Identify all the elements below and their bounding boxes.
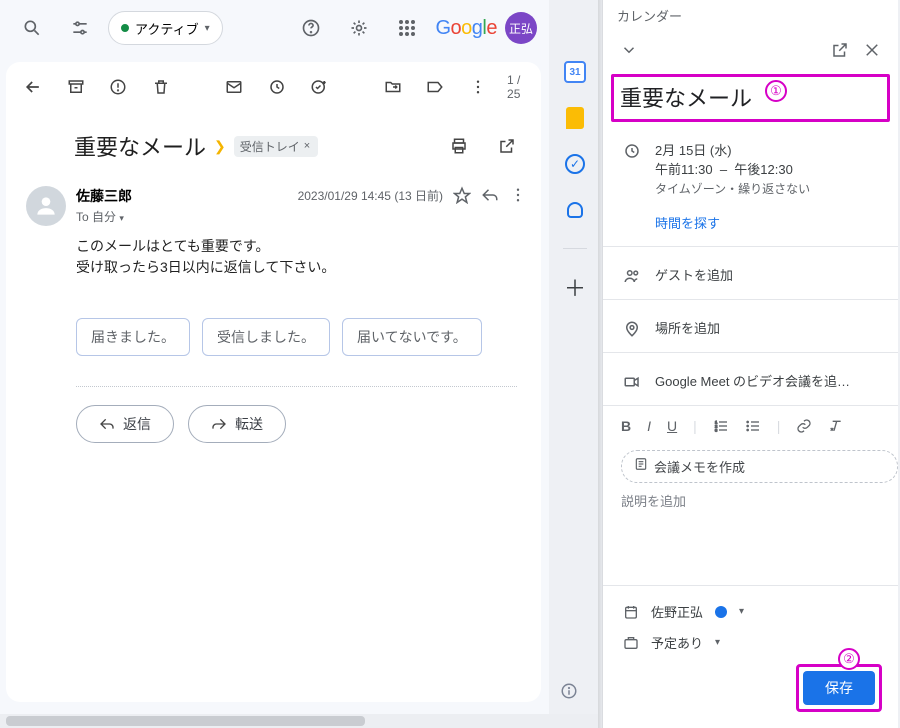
google-logo: Google: [435, 17, 497, 40]
msg-more-icon[interactable]: [509, 186, 527, 204]
find-time-link[interactable]: 時間を探す: [655, 213, 882, 232]
mail-toolbar: 1 / 25: [20, 62, 527, 112]
smart-reply-2[interactable]: 受信しました。: [202, 318, 330, 356]
description-input[interactable]: 説明を追加: [621, 491, 884, 581]
list-ol-icon[interactable]: 123: [713, 418, 729, 434]
open-external-icon[interactable]: [824, 34, 856, 66]
location-icon: [623, 320, 643, 338]
apps-icon[interactable]: [387, 8, 427, 48]
email-body: このメールはとても重要です。 受け取ったら3日以内に返信して下さい。: [76, 236, 527, 278]
annotation-2: ②: [838, 648, 860, 670]
create-memo-chip[interactable]: 会議メモを作成: [621, 450, 898, 483]
label-icon[interactable]: [422, 67, 449, 107]
contacts-app-icon[interactable]: [563, 198, 587, 222]
tune-icon[interactable]: [60, 8, 100, 48]
link-icon[interactable]: [796, 418, 812, 434]
unread-icon[interactable]: [221, 67, 248, 107]
print-icon[interactable]: [439, 126, 479, 166]
availability[interactable]: 予定あり: [651, 633, 703, 652]
email-date: 2023/01/29 14:45 (13 日前): [298, 187, 443, 204]
gear-icon[interactable]: [339, 8, 379, 48]
video-icon: [623, 373, 643, 391]
annotation-1: ①: [765, 80, 787, 102]
tz-repeat[interactable]: タイムゾーン・繰り返さない: [655, 180, 882, 197]
status-label: アクティブ: [135, 19, 199, 38]
smart-reply-3[interactable]: 届いてないです。: [342, 318, 482, 356]
separator: [76, 386, 517, 387]
info-icon[interactable]: [560, 682, 578, 700]
format-toolbar: B I U | 123 |: [603, 410, 898, 442]
add-app-icon[interactable]: ＋: [563, 275, 587, 299]
spam-icon[interactable]: [105, 67, 132, 107]
email-subject: 重要なメール: [74, 130, 206, 162]
snooze-icon[interactable]: [264, 67, 291, 107]
clear-format-icon[interactable]: [828, 418, 844, 434]
inbox-label[interactable]: 受信トレイ×: [234, 136, 318, 157]
reply-button[interactable]: 返信: [76, 405, 174, 443]
archive-icon[interactable]: [63, 67, 90, 107]
add-meet[interactable]: Google Meet のビデオ会議を追…: [655, 371, 882, 391]
back-icon[interactable]: [20, 67, 47, 107]
forward-button[interactable]: 転送: [188, 405, 286, 443]
task-add-icon[interactable]: [306, 67, 333, 107]
smart-reply-1[interactable]: 届きました。: [76, 318, 190, 356]
sender-avatar: [26, 186, 66, 226]
avatar[interactable]: 正弘: [505, 12, 537, 44]
keep-app-icon[interactable]: [563, 106, 587, 130]
calendar-owner-icon: [623, 604, 639, 620]
event-date[interactable]: 2月 15日 (水): [655, 140, 882, 159]
event-time[interactable]: 午前11:30 – 午後12:30: [655, 159, 882, 178]
add-location[interactable]: 場所を追加: [655, 318, 882, 338]
help-icon[interactable]: [291, 8, 331, 48]
italic-icon[interactable]: I: [647, 418, 651, 434]
delete-icon[interactable]: [148, 67, 175, 107]
more-icon[interactable]: [464, 67, 491, 107]
to-line[interactable]: To 自分 ▾: [76, 208, 132, 225]
search-icon[interactable]: [12, 8, 52, 48]
tasks-app-icon[interactable]: ✓: [563, 152, 587, 176]
clock-icon: [623, 142, 643, 232]
availability-icon: [623, 635, 639, 651]
underline-icon[interactable]: U: [667, 418, 677, 434]
sender-name: 佐藤三郎: [76, 186, 132, 206]
reply-icon[interactable]: [481, 186, 499, 204]
calendar-owner[interactable]: 佐野正弘: [651, 602, 703, 621]
add-guests[interactable]: ゲストを追加: [655, 265, 882, 285]
move-icon[interactable]: [379, 67, 406, 107]
guests-icon: [623, 267, 643, 285]
list-ul-icon[interactable]: [745, 418, 761, 434]
svg-text:3: 3: [715, 427, 718, 432]
page-count: 1 / 25: [507, 73, 527, 101]
calendar-app-icon[interactable]: 31: [563, 60, 587, 84]
close-icon[interactable]: [856, 34, 888, 66]
star-icon[interactable]: [453, 186, 471, 204]
save-button[interactable]: 保存: [803, 671, 875, 705]
popout-icon[interactable]: [487, 126, 527, 166]
importance-icon[interactable]: ❯: [214, 138, 226, 155]
bold-icon[interactable]: B: [621, 418, 631, 434]
event-title-input[interactable]: 重要なメール: [611, 74, 890, 122]
status-chip[interactable]: アクティブ ▾: [108, 11, 223, 45]
horizontal-scrollbar[interactable]: [0, 714, 598, 728]
calendar-title: カレンダー: [603, 0, 898, 32]
collapse-icon[interactable]: [613, 34, 645, 66]
